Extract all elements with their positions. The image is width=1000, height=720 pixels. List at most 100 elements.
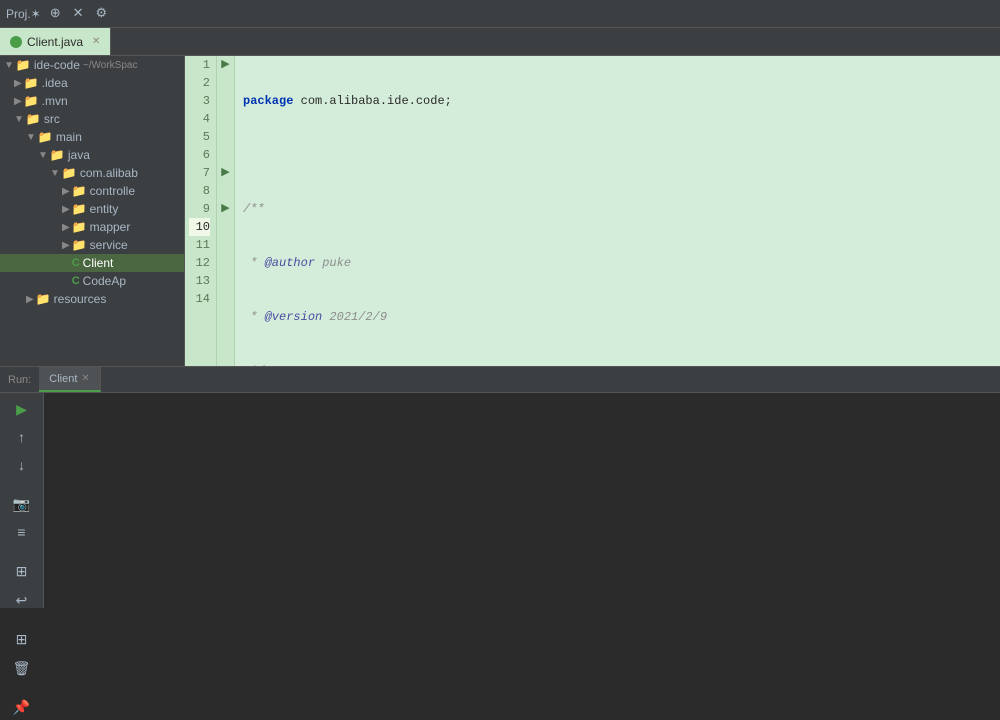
- idea-arrow: ▶: [14, 78, 22, 89]
- sidebar-item-mapper[interactable]: ▶ 📁 mapper: [0, 218, 184, 236]
- run-output: [44, 393, 1000, 608]
- controller-label: controlle: [90, 184, 135, 198]
- sidebar-item-entity[interactable]: ▶ 📁 entity: [0, 200, 184, 218]
- code-line-3: /**: [243, 200, 992, 218]
- entity-arrow: ▶: [62, 204, 70, 215]
- top-bar-left: Proj.✶ ⊕ ✕ ⚙: [6, 6, 110, 21]
- run-pin-button[interactable]: 📌: [10, 697, 33, 720]
- idea-label: .idea: [42, 76, 68, 90]
- code-content: 12345 678910 11121314 ▶ ▶ ▶: [185, 56, 1000, 366]
- com-label: com.alibab: [80, 166, 138, 180]
- sidebar-item-com-alibab[interactable]: ▼ 📁 com.alibab: [0, 164, 184, 182]
- sidebar-item-main[interactable]: ▼ 📁 main: [0, 128, 184, 146]
- entity-label: entity: [90, 202, 119, 216]
- com-folder-icon: 📁: [62, 166, 77, 180]
- service-arrow: ▶: [62, 240, 70, 251]
- file-type-icon: [10, 36, 22, 48]
- mapper-label: mapper: [90, 220, 131, 234]
- run-panel: Run: Client ✕ ▶ ↑ ↓ 📷 ≡ ⊞ ↩ ⊞ 🗑 📌: [0, 366, 1000, 608]
- run-delete-button[interactable]: 🗑: [10, 658, 34, 681]
- sidebar-item-service[interactable]: ▶ 📁 service: [0, 236, 184, 254]
- sidebar-item-resources[interactable]: ▶ 📁 resources: [0, 290, 184, 308]
- client-label: Client: [83, 256, 114, 270]
- run-down-button[interactable]: ↓: [14, 456, 28, 478]
- run-content: ▶ ↑ ↓ 📷 ≡ ⊞ ↩ ⊞ 🗑 📌: [0, 393, 1000, 608]
- resources-label: resources: [54, 292, 107, 306]
- run-grid-button[interactable]: ⊞: [13, 629, 31, 652]
- run-tab-name: Client: [49, 373, 77, 385]
- mvn-label: .mvn: [42, 94, 68, 108]
- sidebar-item-codeapp[interactable]: ▶ C CodeAp: [0, 272, 184, 290]
- code-line-2: [243, 146, 992, 164]
- mapper-folder-icon: 📁: [72, 220, 87, 234]
- controller-arrow: ▶: [62, 186, 70, 197]
- run-up-button[interactable]: ↑: [14, 428, 28, 450]
- line-numbers: 12345 678910 11121314: [185, 56, 217, 366]
- run-export-button[interactable]: ⊞: [13, 561, 31, 584]
- run-list-button[interactable]: ≡: [14, 523, 28, 545]
- run-tabs: Run: Client ✕: [0, 367, 1000, 393]
- client-file-icon: C: [72, 257, 80, 269]
- root-folder-icon: 📁: [16, 58, 31, 72]
- main-area: ▼ 📁 ide-code ~/WorkSpac ▶ 📁 .idea ▶ 📁 .m…: [0, 56, 1000, 366]
- root-arrow: ▼: [4, 60, 14, 71]
- java-arrow: ▼: [38, 150, 48, 161]
- controller-folder-icon: 📁: [72, 184, 87, 198]
- resources-arrow: ▶: [26, 294, 34, 305]
- codeapp-label: CodeAp: [83, 274, 126, 288]
- code-line-4: * @author puke: [243, 254, 992, 272]
- sidebar-item-mvn[interactable]: ▶ 📁 .mvn: [0, 92, 184, 110]
- run-play-button[interactable]: ▶: [13, 399, 30, 422]
- sidebar-item-src[interactable]: ▼ 📁 src: [0, 110, 184, 128]
- sidebar-item-client[interactable]: ▶ C Client: [0, 254, 184, 272]
- src-folder-icon: 📁: [26, 112, 41, 126]
- run-tab-close-button[interactable]: ✕: [81, 373, 89, 384]
- project-name[interactable]: Proj.✶: [6, 7, 41, 21]
- mapper-arrow: ▶: [62, 222, 70, 233]
- run-import-button[interactable]: ↩: [13, 590, 31, 613]
- entity-folder-icon: 📁: [72, 202, 87, 216]
- sidebar-item-controller[interactable]: ▶ 📁 controlle: [0, 182, 184, 200]
- java-label: java: [68, 148, 90, 162]
- gutter-9[interactable]: ▶: [217, 200, 234, 218]
- gutter-3[interactable]: ▶: [217, 56, 234, 74]
- gutter: ▶ ▶ ▶: [217, 56, 235, 366]
- main-folder-icon: 📁: [38, 130, 53, 144]
- run-toolbar: ▶ ↑ ↓ 📷 ≡ ⊞ ↩ ⊞ 🗑 📌: [0, 393, 44, 608]
- src-label: src: [44, 112, 60, 126]
- run-tab-client[interactable]: Client ✕: [39, 367, 101, 392]
- globe-icon[interactable]: ⊕: [47, 6, 64, 21]
- resources-folder-icon: 📁: [36, 292, 51, 306]
- editor-area[interactable]: 12345 678910 11121314 ▶ ▶ ▶: [185, 56, 1000, 366]
- src-arrow: ▼: [14, 114, 24, 125]
- java-folder-icon: 📁: [50, 148, 65, 162]
- run-label: Run:: [0, 374, 39, 386]
- sidebar-item-java[interactable]: ▼ 📁 java: [0, 146, 184, 164]
- code-line-5: * @version 2021/2/9: [243, 308, 992, 326]
- close-icon[interactable]: ✕: [70, 6, 87, 21]
- tree-root[interactable]: ▼ 📁 ide-code ~/WorkSpac: [0, 56, 184, 74]
- tab-bar: Client.java ✕: [0, 28, 1000, 56]
- service-label: service: [90, 238, 128, 252]
- tab-close-button[interactable]: ✕: [92, 36, 100, 47]
- com-arrow: ▼: [50, 168, 60, 179]
- mvn-arrow: ▶: [14, 96, 22, 107]
- code-line-1: package com.alibaba.ide.code;: [243, 92, 992, 110]
- idea-folder-icon: 📁: [24, 76, 39, 90]
- settings-icon[interactable]: ⚙: [93, 6, 111, 21]
- sidebar-item-idea[interactable]: ▶ 📁 .idea: [0, 74, 184, 92]
- tab-client-java[interactable]: Client.java ✕: [0, 28, 111, 55]
- codeapp-file-icon: C: [72, 275, 80, 287]
- root-subtitle: ~/WorkSpac: [83, 60, 138, 71]
- main-label: main: [56, 130, 82, 144]
- service-folder-icon: 📁: [72, 238, 87, 252]
- top-bar: Proj.✶ ⊕ ✕ ⚙: [0, 0, 1000, 28]
- gutter-7[interactable]: ▶: [217, 164, 234, 182]
- run-camera-button[interactable]: 📷: [10, 494, 33, 517]
- code-editor[interactable]: package com.alibaba.ide.code; /** * @aut…: [235, 56, 1000, 366]
- main-arrow: ▼: [26, 132, 36, 143]
- mvn-folder-icon: 📁: [24, 94, 39, 108]
- tab-label: Client.java: [27, 35, 83, 49]
- root-label: ide-code: [34, 58, 80, 72]
- file-tree: ▼ 📁 ide-code ~/WorkSpac ▶ 📁 .idea ▶ 📁 .m…: [0, 56, 185, 366]
